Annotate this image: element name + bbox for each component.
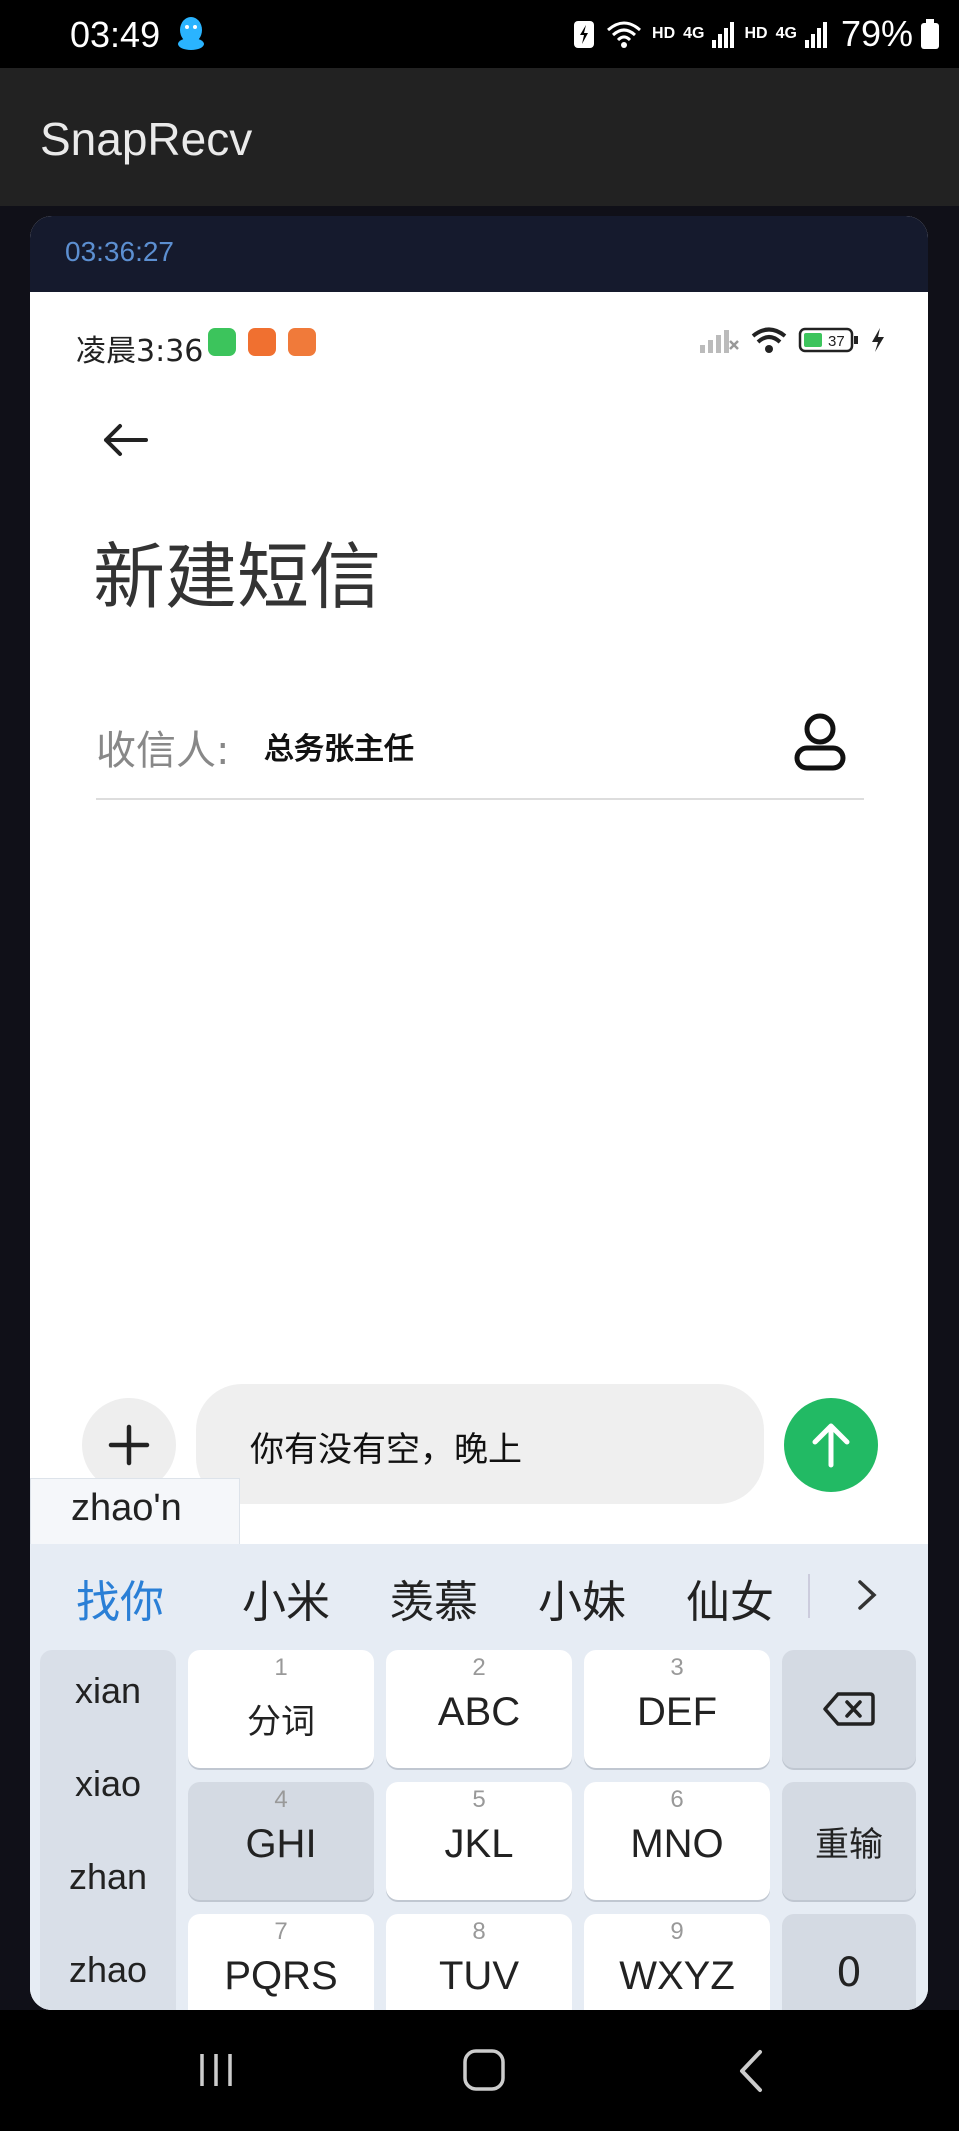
chevron-right-icon[interactable]: [846, 1570, 886, 1620]
page-title: 新建短信: [93, 535, 382, 619]
app-notification-icon: [248, 328, 276, 356]
system-nav-bar: [0, 2010, 959, 2131]
status-bar: 03:49 HD 4G HD 4G 79%: [0, 0, 959, 68]
notification-icons: [208, 328, 316, 356]
message-input[interactable]: 你有没有空，晚上: [196, 1384, 764, 1504]
candidate-bar: 找你 小米 羡慕 小妹 仙女: [30, 1544, 928, 1644]
key-label: MNO: [630, 1822, 724, 1866]
pinyin-options: xian xiao zhan zhao: [40, 1650, 176, 2010]
inner-status-bar: 凌晨3:36 37: [30, 292, 928, 382]
ime-composing-bar: zhao'n: [30, 1478, 240, 1544]
key-2[interactable]: 2 ABC: [386, 1650, 572, 1768]
candidate-item[interactable]: 找你: [76, 1566, 164, 1630]
card-header: 03:36:27: [30, 216, 928, 292]
send-button[interactable]: [784, 1398, 878, 1492]
key-7[interactable]: 7 PQRS: [188, 1914, 374, 2010]
key-0[interactable]: 0: [782, 1914, 916, 2010]
battery-saver-icon: [574, 21, 595, 48]
key-number: 4: [274, 1786, 288, 1813]
key-3[interactable]: 3 DEF: [584, 1650, 770, 1768]
qq-penguin-icon: [178, 17, 204, 50]
app-title: SnapRecv: [40, 113, 253, 165]
no-signal-icon: [700, 330, 739, 353]
candidate-item[interactable]: 小米: [242, 1566, 330, 1630]
person-icon[interactable]: [792, 712, 848, 772]
home-icon[interactable]: [462, 2048, 506, 2092]
plus-icon: [108, 1424, 150, 1466]
network-label-2: 4G: [775, 25, 797, 42]
delete-key[interactable]: [782, 1650, 916, 1768]
wechat-app-icon: [208, 328, 236, 356]
hd-label-1: HD: [652, 25, 676, 42]
inner-battery-level: 37: [828, 333, 845, 350]
signal-icon-2: [804, 22, 827, 48]
app-notification-icon: [288, 328, 316, 356]
arrow-up-icon: [812, 1423, 850, 1468]
inner-status-icons: 37: [700, 326, 886, 354]
key-5[interactable]: 5 JKL: [386, 1782, 572, 1900]
candidate-item[interactable]: 仙女: [686, 1566, 774, 1630]
key-label: GHI: [245, 1822, 317, 1866]
wifi-icon: [751, 327, 787, 353]
candidate-item[interactable]: 小妹: [538, 1566, 626, 1630]
signal-icon-1: [712, 22, 735, 48]
card-timestamp: 03:36:27: [65, 236, 174, 267]
key-number: 5: [472, 1786, 486, 1813]
key-label: 分词: [247, 1703, 315, 1741]
key-label: WXYZ: [619, 1954, 735, 1998]
battery-percent: 79%: [840, 13, 913, 54]
pinyin-option[interactable]: zhao: [40, 1949, 176, 1991]
recipient-label: 收信人:: [96, 728, 230, 774]
recent-apps-icon[interactable]: [196, 2050, 236, 2090]
key-1[interactable]: 1 分词: [188, 1650, 374, 1768]
message-text: 你有没有空，晚上: [250, 1430, 522, 1470]
key-8[interactable]: 8 TUV: [386, 1914, 572, 2010]
charging-icon: [872, 328, 884, 352]
candidate-divider: [808, 1574, 810, 1618]
recipient-chip[interactable]: 总务张主任: [264, 724, 414, 768]
backspace-icon: [823, 1692, 875, 1726]
composing-pinyin: zhao'n: [71, 1487, 182, 1529]
key-number: 2: [472, 1654, 486, 1681]
back-icon[interactable]: [736, 2048, 768, 2094]
battery-icon: 37: [798, 327, 858, 353]
snapshot-card[interactable]: 03:36:27 凌晨3:36 37 新建短信 收信人: 总务张主任 你有没有空…: [30, 216, 928, 2010]
network-label-1: 4G: [683, 25, 705, 42]
captured-screen: 凌晨3:36 37 新建短信 收信人: 总务张主任 你有没有空，晚上 zhao'…: [30, 292, 928, 2010]
candidate-item[interactable]: 羡慕: [390, 1566, 478, 1630]
hd-label-2: HD: [744, 25, 768, 42]
inner-status-time: 凌晨3:36: [76, 334, 204, 369]
status-icons: HD 4G HD 4G 79%: [572, 12, 939, 56]
key-number: 8: [472, 1918, 486, 1945]
wifi-icon: [607, 21, 642, 48]
key-label: ABC: [437, 1690, 521, 1734]
pinyin-option[interactable]: zhan: [40, 1856, 176, 1898]
status-time: 03:49: [70, 14, 161, 55]
pinyin-option[interactable]: xiao: [40, 1763, 176, 1805]
reenter-key[interactable]: 重输: [782, 1782, 916, 1900]
battery-icon: [921, 19, 939, 49]
key-4[interactable]: 4 GHI: [188, 1782, 374, 1900]
app-bar: SnapRecv: [0, 68, 959, 206]
key-label: DEF: [637, 1690, 717, 1734]
key-label: PQRS: [224, 1954, 338, 1998]
key-label: TUV: [439, 1954, 519, 1998]
pinyin-option[interactable]: xian: [40, 1670, 176, 1712]
ime-keyboard: 找你 小米 羡慕 小妹 仙女 xian xiao zhan zhao 1 分词: [30, 1544, 928, 2010]
key-number: 6: [670, 1786, 684, 1813]
key-number: 9: [670, 1918, 684, 1945]
key-label: JKL: [444, 1822, 514, 1866]
recipient-field[interactable]: 收信人: 总务张主任: [96, 704, 864, 800]
back-arrow-icon[interactable]: [96, 410, 156, 470]
key-number: 3: [670, 1654, 684, 1681]
key-9[interactable]: 9 WXYZ: [584, 1914, 770, 2010]
key-6[interactable]: 6 MNO: [584, 1782, 770, 1900]
key-number: 1: [274, 1654, 288, 1681]
key-number: 7: [274, 1918, 288, 1945]
